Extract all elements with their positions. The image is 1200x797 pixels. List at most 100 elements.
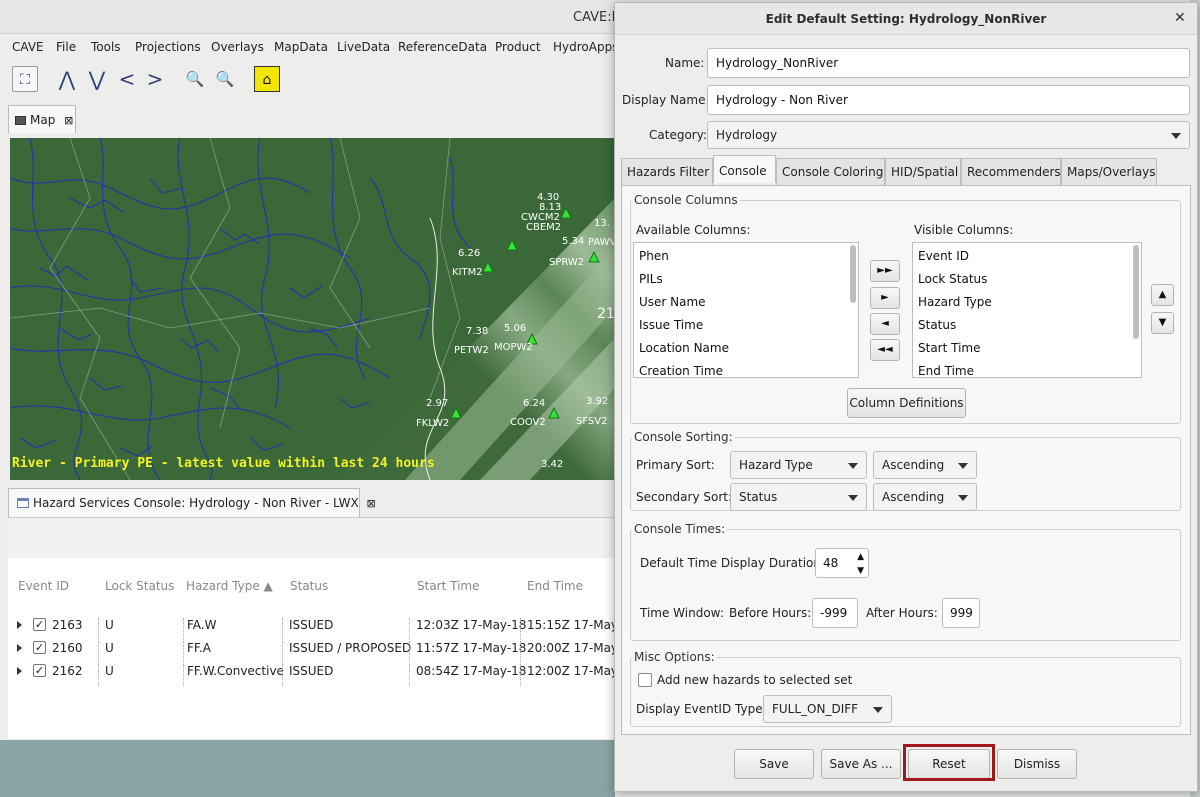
console-sorting-title: Console Sorting: <box>632 430 735 444</box>
primary-order-select[interactable]: Ascending <box>873 451 977 479</box>
cell-start-time: 11:57Z 17-May-18 <box>416 641 527 655</box>
col-header-end-time[interactable]: End Time <box>527 579 583 593</box>
list-item[interactable]: Location Name <box>639 341 729 355</box>
menu-tools[interactable]: Tools <box>91 40 121 54</box>
move-up-button[interactable]: ▲ <box>1151 284 1174 306</box>
menu-product[interactable]: Product <box>495 40 541 54</box>
menu-cave[interactable]: CAVE <box>12 40 44 54</box>
available-columns-list[interactable]: Phen PILs User Name Issue Time Location … <box>633 242 859 378</box>
map-display[interactable]: 21 4.30 CWCM2 8.13 CBEM2 13. PAWV 5.34 S… <box>10 138 615 480</box>
secondary-order-select[interactable]: Ascending <box>873 483 977 511</box>
menu-overlays[interactable]: Overlays <box>211 40 264 54</box>
col-header-hazard-type[interactable]: Hazard Type ▲ <box>186 579 273 593</box>
expand-icon[interactable] <box>17 667 22 675</box>
tab-console[interactable]: Console <box>713 155 776 183</box>
menu-referencedata[interactable]: ReferenceData <box>398 40 487 54</box>
category-label: Category: <box>649 128 707 142</box>
tab-maps-overlays[interactable]: Maps/Overlays <box>1061 158 1157 185</box>
list-item[interactable]: Phen <box>639 249 669 263</box>
remove-column-button[interactable]: ◄ <box>870 313 900 335</box>
table-row[interactable]: ✓ 2162 U FF.W.Convective ISSUED 08:54Z 1… <box>8 661 622 686</box>
before-hours-field[interactable]: -999 <box>812 598 858 628</box>
remove-all-columns-button[interactable]: ◄◄ <box>870 339 900 361</box>
cell-end-time: 15:15Z 17-May- <box>527 618 623 632</box>
cell-hazard-type: FF.A <box>187 641 211 655</box>
spin-down-icon[interactable]: ▼ <box>857 557 864 585</box>
add-new-hazards-checkbox[interactable] <box>638 673 652 687</box>
table-row[interactable]: ✓ 2160 U FF.A ISSUED / PROPOSED 11:57Z 1… <box>8 638 622 663</box>
console-times-group <box>630 529 1181 641</box>
list-item[interactable]: Hazard Type <box>918 295 992 309</box>
move-down-button[interactable]: ▼ <box>1151 312 1174 334</box>
station-value: 5.06 <box>504 323 527 334</box>
expand-icon[interactable] <box>17 621 22 629</box>
station-value: 6.24 <box>523 398 546 409</box>
add-all-columns-button[interactable]: ►► <box>870 260 900 282</box>
dialog-title-bar: Edit Default Setting: Hydrology_NonRiver… <box>615 3 1197 35</box>
pan-left-icon[interactable]: < <box>114 66 140 92</box>
pan-down-icon[interactable]: ⋁ <box>84 66 110 92</box>
menu-livedata[interactable]: LiveData <box>337 40 390 54</box>
home-icon[interactable]: ⌂ <box>254 66 280 92</box>
secondary-sort-select[interactable]: Status <box>730 483 867 511</box>
pan-right-icon[interactable]: > <box>142 66 168 92</box>
after-hours-field[interactable]: 999 <box>942 598 980 628</box>
primary-sort-select[interactable]: Hazard Type <box>730 451 867 479</box>
dismiss-button[interactable]: Dismiss <box>997 749 1077 779</box>
zoom-in-icon[interactable]: 🔍 <box>182 66 208 92</box>
visible-columns-list[interactable]: Event ID Lock Status Hazard Type Status … <box>912 242 1142 378</box>
row-checkbox[interactable]: ✓ <box>33 641 46 654</box>
duration-stepper[interactable]: 48 ▲ ▼ <box>815 548 869 578</box>
console-times-title: Console Times: <box>632 522 728 536</box>
row-checkbox[interactable]: ✓ <box>33 618 46 631</box>
pan-up-icon[interactable]: ⋀ <box>54 66 80 92</box>
primary-order-value: Ascending <box>882 458 945 472</box>
eventid-type-select[interactable]: FULL_ON_DIFF <box>763 695 892 723</box>
col-header-start-time[interactable]: Start Time <box>417 579 480 593</box>
list-item[interactable]: Start Time <box>918 341 981 355</box>
list-item[interactable]: PILs <box>639 272 663 286</box>
name-field[interactable]: Hydrology_NonRiver <box>707 48 1190 78</box>
map-tab-icon <box>15 116 26 125</box>
map-tab-close-icon[interactable]: ⊠ <box>64 114 73 127</box>
table-row[interactable]: ✓ 2163 U FA.W ISSUED 12:03Z 17-May-18 15… <box>8 615 622 640</box>
close-icon[interactable]: ✕ <box>1174 10 1186 26</box>
col-header-event-id[interactable]: Event ID <box>18 579 69 593</box>
add-column-button[interactable]: ► <box>870 287 900 309</box>
tab-recommenders[interactable]: Recommenders <box>961 158 1061 185</box>
menu-projections[interactable]: Projections <box>135 40 201 54</box>
station-value: 5.34 <box>562 236 585 247</box>
col-header-lock-status[interactable]: Lock Status <box>105 579 174 593</box>
list-item[interactable]: Status <box>918 318 956 332</box>
zoom-extent-icon[interactable]: ⛶ <box>12 66 38 92</box>
category-select[interactable]: Hydrology <box>707 121 1190 149</box>
column-definitions-button[interactable]: Column Definitions <box>847 388 966 418</box>
display-name-field[interactable]: Hydrology - Non River <box>707 85 1190 115</box>
station-name: SFSV2 <box>576 416 608 427</box>
tab-hazards-filter[interactable]: Hazards Filter <box>621 158 713 185</box>
list-item[interactable]: Creation Time <box>639 364 723 377</box>
console-tab-close-icon[interactable]: ⊠ <box>367 497 376 510</box>
col-header-status[interactable]: Status <box>290 579 328 593</box>
row-checkbox[interactable]: ✓ <box>33 664 46 677</box>
menu-file[interactable]: File <box>56 40 76 54</box>
zoom-out-icon[interactable]: 🔍 <box>212 66 238 92</box>
tab-hid-spatial[interactable]: HID/Spatial <box>885 158 961 185</box>
save-button[interactable]: Save <box>734 749 814 779</box>
menu-hydroapps[interactable]: HydroApps <box>553 40 618 54</box>
menu-mapdata[interactable]: MapData <box>274 40 328 54</box>
console-tab[interactable]: Hazard Services Console: Hydrology - Non… <box>8 488 376 517</box>
expand-icon[interactable] <box>17 644 22 652</box>
list-item[interactable]: End Time <box>918 364 974 377</box>
save-as-button[interactable]: Save As ... <box>821 749 901 779</box>
list-item[interactable]: Lock Status <box>918 272 987 286</box>
list-item[interactable]: Issue Time <box>639 318 703 332</box>
column-divider <box>183 641 184 663</box>
station-name: KITM2 <box>452 267 483 278</box>
list-scrollbar[interactable] <box>850 245 856 303</box>
map-tab[interactable]: Map ⊠ <box>8 105 76 133</box>
list-scrollbar[interactable] <box>1133 245 1139 339</box>
list-item[interactable]: User Name <box>639 295 706 309</box>
list-item[interactable]: Event ID <box>918 249 969 263</box>
tab-console-coloring[interactable]: Console Coloring <box>776 158 885 185</box>
